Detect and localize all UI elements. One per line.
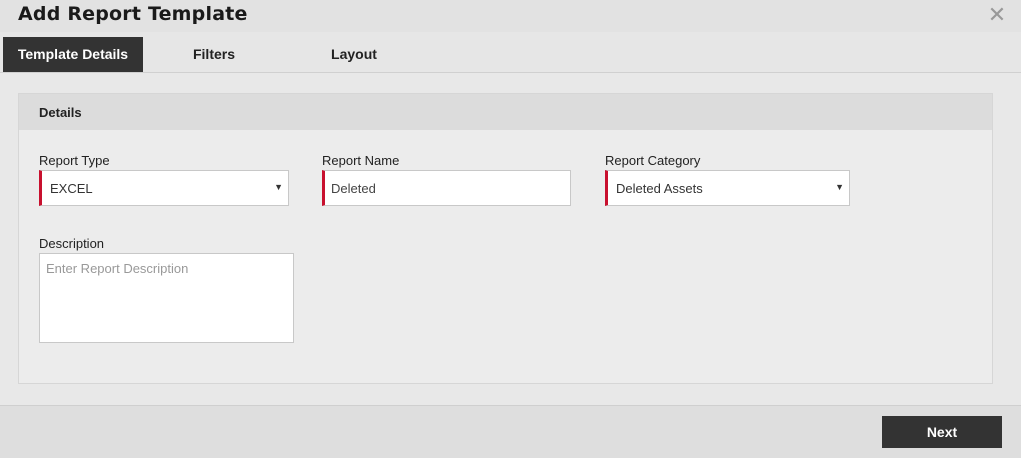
description-textarea[interactable] [46,261,286,331]
report-type-label: Report Type [39,153,110,168]
tab-filters[interactable]: Filters [160,37,268,72]
chevron-down-icon: ▼ [274,182,283,192]
description-label: Description [39,236,105,251]
dialog-footer: Next [0,405,1021,458]
chevron-down-icon: ▼ [835,182,844,192]
report-type-value: EXCEL [50,181,93,196]
dialog-title-bar: Add Report Template ✕ [0,0,1021,32]
dialog-title: Add Report Template [18,3,248,25]
description-field[interactable] [39,253,294,343]
tab-template-details[interactable]: Template Details [3,37,143,72]
report-category-select[interactable]: Deleted Assets ▼ [605,170,850,206]
report-category-label: Report Category [605,153,701,168]
report-category-value: Deleted Assets [616,181,703,196]
next-button[interactable]: Next [882,416,1002,448]
details-panel: Details Report Type EXCEL ▼ Report Name … [18,93,993,384]
details-panel-header: Details [19,94,992,130]
report-name-input[interactable] [329,180,553,197]
report-name-field[interactable] [322,170,571,206]
report-name-label: Report Name [322,153,400,168]
details-heading: Details [39,105,82,120]
tab-layout[interactable]: Layout [300,37,408,72]
tab-bar: Template Details Filters Layout [0,32,1021,73]
report-type-select[interactable]: EXCEL ▼ [39,170,289,206]
close-icon[interactable]: ✕ [987,4,1007,26]
